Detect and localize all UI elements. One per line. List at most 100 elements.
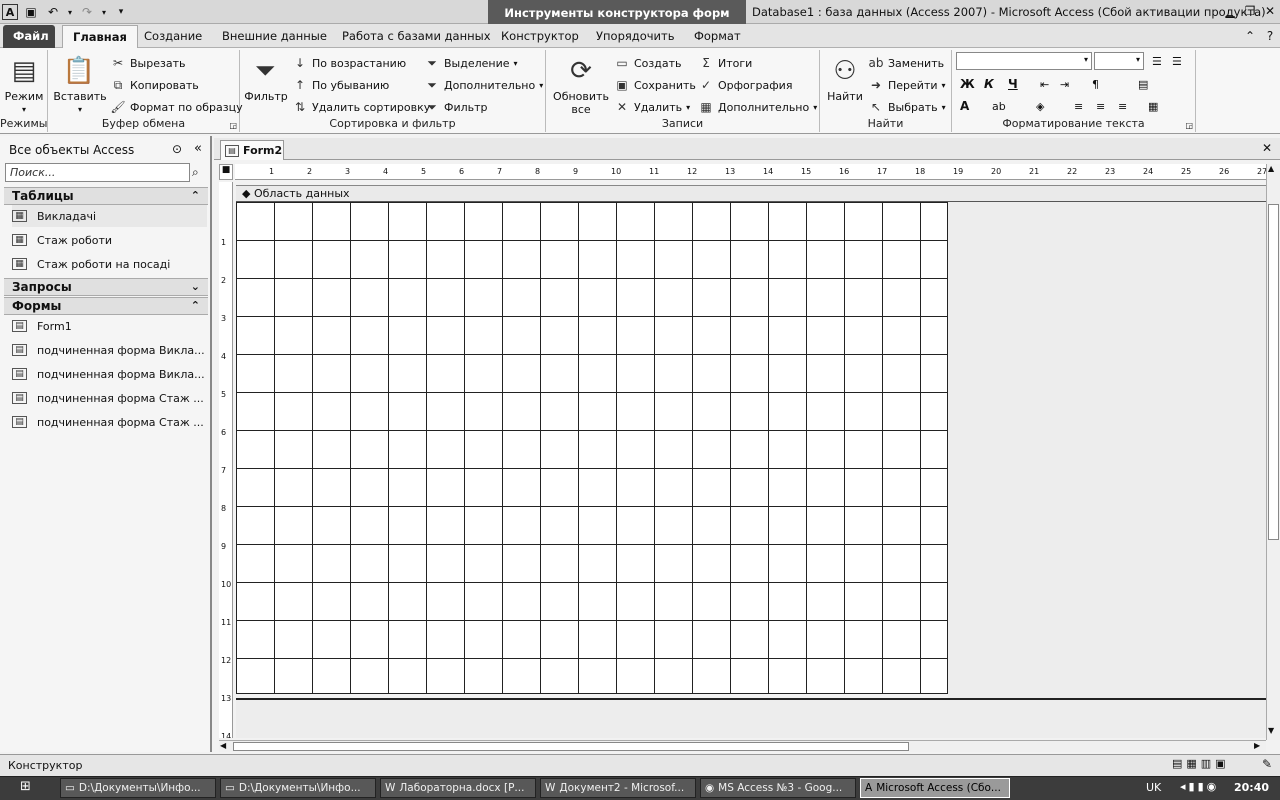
align-center-icon[interactable]: ≡ bbox=[1096, 96, 1105, 116]
tab-create[interactable]: Создание bbox=[134, 25, 212, 48]
spelling-button[interactable]: ✓ Орфография bbox=[698, 75, 792, 95]
undo-dropdown-icon[interactable]: ▾ bbox=[66, 3, 74, 21]
redo-dropdown-icon[interactable]: ▾ bbox=[100, 3, 108, 21]
nav-collapse-icon[interactable]: « bbox=[194, 141, 202, 156]
nav-item-table[interactable]: ▦ Викладачі bbox=[12, 205, 207, 227]
cut-button[interactable]: ✂ Вырезать bbox=[110, 53, 186, 73]
nav-item-form[interactable]: ▤ подчиненная форма Стаж ... bbox=[12, 387, 207, 409]
scroll-thumb[interactable] bbox=[1268, 204, 1279, 540]
fill-color-icon[interactable]: ◈ bbox=[1036, 96, 1044, 116]
redo-icon[interactable]: ↷ bbox=[78, 3, 96, 21]
scroll-thumb[interactable] bbox=[233, 742, 909, 751]
nav-section-forms[interactable]: Формы ⌃ bbox=[4, 297, 208, 315]
vertical-scrollbar[interactable]: ▲ ▼ bbox=[1266, 164, 1280, 740]
help-icon[interactable]: ? bbox=[1260, 27, 1280, 45]
advanced-filter-button[interactable]: ⏷ Дополнительно ▾ bbox=[424, 75, 543, 95]
close-document-icon[interactable]: ✕ bbox=[1262, 141, 1272, 155]
taskbar-item[interactable]: W Документ2 - Microsof... bbox=[540, 778, 696, 798]
nav-section-queries[interactable]: Запросы ⌄ bbox=[4, 278, 208, 296]
horizontal-scrollbar[interactable]: ◀ ▶ bbox=[219, 740, 1266, 752]
nav-item-table[interactable]: ▦ Стаж роботи bbox=[12, 229, 207, 251]
nav-item-form[interactable]: ▤ подчиненная форма Викла... bbox=[12, 339, 207, 361]
language-indicator[interactable]: UK bbox=[1146, 781, 1161, 794]
tab-external-data[interactable]: Внешние данные bbox=[212, 25, 337, 48]
tab-arrange[interactable]: Упорядочить bbox=[586, 25, 685, 48]
gridlines-icon[interactable]: ▤ bbox=[1138, 74, 1148, 94]
access-app-icon[interactable]: A bbox=[2, 4, 18, 20]
tab-home[interactable]: Главная bbox=[62, 25, 138, 48]
selection-button[interactable]: ⏷ Выделение ▾ bbox=[424, 53, 517, 73]
sort-asc-button[interactable]: ↓ По возрастанию bbox=[292, 53, 406, 73]
start-button-icon[interactable]: ⊞ bbox=[20, 779, 31, 794]
ribbon-minimize-icon[interactable]: ⌃ bbox=[1240, 27, 1260, 45]
bullets-icon[interactable]: ☰ bbox=[1152, 51, 1162, 71]
nav-item-table[interactable]: ▦ Стаж роботи на посаді bbox=[12, 253, 207, 275]
undo-icon[interactable]: ↶ bbox=[44, 3, 62, 21]
search-icon[interactable]: ⌕ bbox=[192, 165, 199, 180]
delete-record-button[interactable]: ✕ Удалить ▾ bbox=[614, 97, 690, 117]
nav-item-form[interactable]: ▤ подчиненная форма Викла... bbox=[12, 363, 207, 385]
font-name-combo[interactable]: ▾ bbox=[956, 52, 1092, 70]
tab-file[interactable]: Файл bbox=[3, 25, 55, 48]
highlight-icon[interactable]: ab bbox=[992, 96, 1006, 116]
clear-sort-button[interactable]: ⇅ Удалить сортировку bbox=[292, 97, 430, 117]
taskbar-item[interactable]: ◉ MS Access №3 - Goog... bbox=[700, 778, 856, 798]
scroll-down-icon[interactable]: ▼ bbox=[1268, 726, 1274, 735]
align-right-icon[interactable]: ≡ bbox=[1118, 96, 1127, 116]
save-record-button[interactable]: ▣ Сохранить bbox=[614, 75, 696, 95]
view-dropdown-icon[interactable]: ▾ bbox=[2, 103, 46, 116]
tray-icons[interactable]: ◂▮▮◉ bbox=[1180, 780, 1219, 793]
scroll-up-icon[interactable]: ▲ bbox=[1268, 164, 1274, 173]
save-icon[interactable]: ▣ bbox=[22, 3, 40, 21]
tab-design[interactable]: Конструктор bbox=[491, 25, 589, 48]
nav-item-form[interactable]: ▤ подчиненная форма Стаж ... bbox=[12, 411, 207, 433]
alt-fill-icon[interactable]: ▦ bbox=[1148, 96, 1158, 116]
goto-button[interactable]: ➜ Перейти ▾ bbox=[868, 75, 946, 95]
select-button[interactable]: ↖ Выбрать ▾ bbox=[868, 97, 946, 117]
align-left-icon[interactable]: ≡ bbox=[1074, 96, 1083, 116]
taskbar-item-active[interactable]: A Microsoft Access (Сбо... bbox=[860, 778, 1010, 798]
form-design-grid[interactable] bbox=[236, 202, 948, 694]
totals-button[interactable]: Σ Итоги bbox=[698, 53, 752, 73]
copy-button[interactable]: ⧉ Копировать bbox=[110, 75, 199, 95]
tab-format[interactable]: Формат bbox=[684, 25, 751, 48]
font-size-combo[interactable]: ▾ bbox=[1094, 52, 1144, 70]
dialog-launcher-icon[interactable]: ◲ bbox=[1185, 121, 1193, 130]
dialog-launcher-icon[interactable]: ◲ bbox=[229, 121, 237, 130]
design-view-icon[interactable]: ✎ bbox=[1262, 757, 1272, 771]
minimize-icon[interactable]: ▁ bbox=[1220, 2, 1240, 20]
nav-search-input[interactable]: Поиск... bbox=[5, 163, 190, 182]
restore-icon[interactable]: ❐ bbox=[1240, 2, 1260, 20]
form-selector[interactable]: ■ bbox=[219, 164, 233, 180]
find-button[interactable]: Найти bbox=[822, 90, 868, 103]
indent-increase-icon[interactable]: ⇥ bbox=[1060, 74, 1069, 94]
nav-section-tables[interactable]: Таблицы ⌃ bbox=[4, 187, 208, 205]
customize-qat-icon[interactable]: ▾ bbox=[112, 3, 130, 21]
scroll-left-icon[interactable]: ◀ bbox=[220, 741, 226, 750]
nav-item-form[interactable]: ▤ Form1 bbox=[12, 315, 207, 337]
detail-section-bar[interactable]: ◆ Область данных bbox=[236, 185, 1266, 202]
replace-button[interactable]: ab Заменить bbox=[868, 53, 945, 73]
view-switcher-icons[interactable]: ▤▦▥▣ bbox=[1172, 757, 1230, 770]
taskbar-item[interactable]: ▭ D:\Документы\Инфо... bbox=[220, 778, 376, 798]
italic-button[interactable]: К bbox=[984, 74, 994, 94]
doc-tab-form2[interactable]: ▤ Form2 bbox=[220, 140, 284, 160]
paragraph-icon[interactable]: ¶ bbox=[1092, 74, 1099, 94]
nav-menu-chevron-icon[interactable]: ⊙ bbox=[172, 142, 182, 156]
numbering-icon[interactable]: ☰ bbox=[1172, 51, 1182, 71]
tab-database-tools[interactable]: Работа с базами данных bbox=[332, 25, 501, 48]
filter-button[interactable]: Фильтр bbox=[242, 90, 290, 103]
paste-button[interactable]: Вставить bbox=[52, 90, 108, 103]
bold-button[interactable]: Ж bbox=[960, 74, 975, 94]
taskbar-item[interactable]: ▭ D:\Документы\Инфо... bbox=[60, 778, 216, 798]
sort-desc-button[interactable]: ↑ По убыванию bbox=[292, 75, 389, 95]
view-button[interactable]: Режим bbox=[2, 90, 46, 103]
scroll-right-icon[interactable]: ▶ bbox=[1254, 741, 1260, 750]
more-records-button[interactable]: ▦ Дополнительно ▾ bbox=[698, 97, 817, 117]
toggle-filter-button[interactable]: ⏷ Фильтр bbox=[424, 97, 487, 117]
format-painter-button[interactable]: 🖌 Формат по образцу bbox=[110, 97, 242, 117]
close-icon[interactable]: ✕ bbox=[1260, 2, 1280, 20]
font-color-icon[interactable]: A bbox=[960, 96, 969, 116]
taskbar-item[interactable]: W Лабораторна.docx [Р... bbox=[380, 778, 536, 798]
refresh-all-button[interactable]: Обновить bbox=[550, 90, 612, 103]
